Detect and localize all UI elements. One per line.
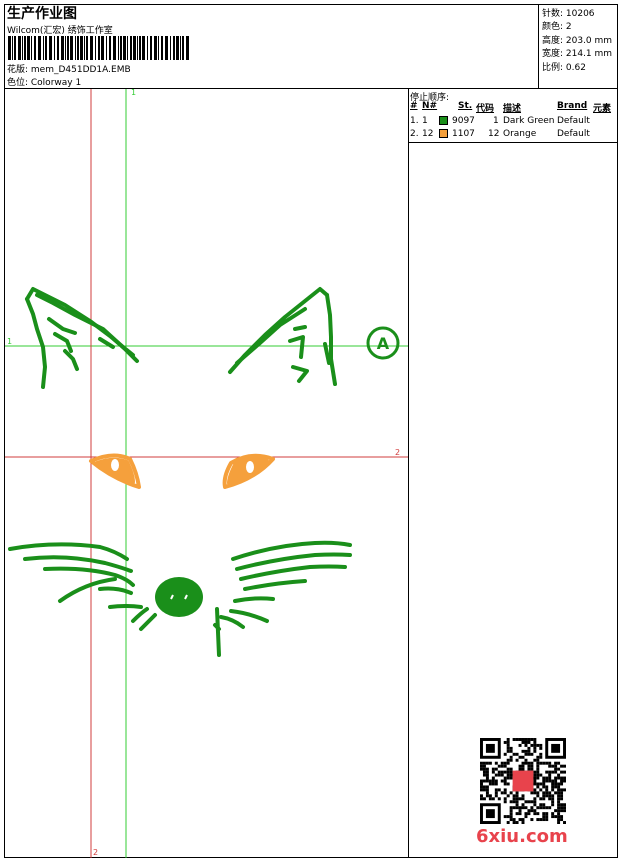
- col-st: St.: [458, 101, 473, 111]
- guide-label: 1: [7, 337, 12, 346]
- start-marker-label: A: [377, 334, 390, 353]
- thread-swatch: [439, 129, 448, 138]
- right-whiskers: [213, 540, 352, 631]
- stitch-count: 针数: 10206: [542, 9, 595, 19]
- watermark-logo: 6xiu.com: [476, 826, 568, 847]
- barcode: [8, 36, 189, 60]
- col-desc: 描述: [503, 104, 522, 114]
- design-name: 花版: mem_D451DD1A.EMB: [7, 65, 131, 75]
- row-brand: Default: [557, 129, 590, 139]
- right-ear: [228, 287, 337, 386]
- embroidery-preview: 1 1 2 2 A: [5, 89, 408, 858]
- row-code: 12: [488, 129, 500, 139]
- software-label: Wilcom(汇宏) 绣饰工作室: [7, 26, 113, 36]
- left-whiskers: [8, 542, 157, 631]
- mouth-line: [215, 607, 221, 657]
- qr-code: [480, 738, 566, 824]
- left-ear: [25, 287, 139, 389]
- row-n: 1: [422, 116, 428, 126]
- nose: [155, 577, 203, 617]
- right-eye: [222, 453, 275, 489]
- row-num: 2.: [410, 129, 419, 139]
- row-code: 1: [493, 116, 499, 126]
- col-code: 代码: [476, 104, 495, 114]
- page-title: 生产作业图: [7, 6, 77, 22]
- design-width: 宽度: 214.1 mm: [542, 49, 613, 59]
- col-num: #: [410, 101, 418, 111]
- stop-table-divider: [408, 142, 618, 143]
- design-scale: 比例: 0.62: [542, 63, 586, 73]
- design-height: 高度: 203.0 mm: [542, 36, 613, 46]
- row-brand: Default: [557, 116, 590, 126]
- row-n: 12: [422, 129, 434, 139]
- thread-swatch: [439, 116, 448, 125]
- guide-label: 1: [131, 89, 136, 97]
- row-desc: Orange: [503, 129, 537, 139]
- guide-label: 2: [93, 848, 98, 857]
- left-eye: [89, 453, 141, 489]
- row-st: 1107: [452, 129, 475, 139]
- row-num: 1.: [410, 116, 419, 126]
- col-element: 元素: [593, 104, 612, 114]
- design-meta: 针数: 10206 颜色: 2 高度: 203.0 mm 宽度: 214.1 m…: [538, 4, 619, 89]
- row-desc: Dark Green: [503, 116, 555, 126]
- color-count: 颜色: 2: [542, 22, 572, 32]
- guide-label: 2: [395, 448, 400, 457]
- panel-divider: [408, 88, 409, 858]
- row-st: 9097: [452, 116, 475, 126]
- col-brand: Brand: [557, 101, 588, 111]
- col-n: N#: [422, 101, 438, 111]
- colorway-name: 色位: Colorway 1: [7, 78, 82, 88]
